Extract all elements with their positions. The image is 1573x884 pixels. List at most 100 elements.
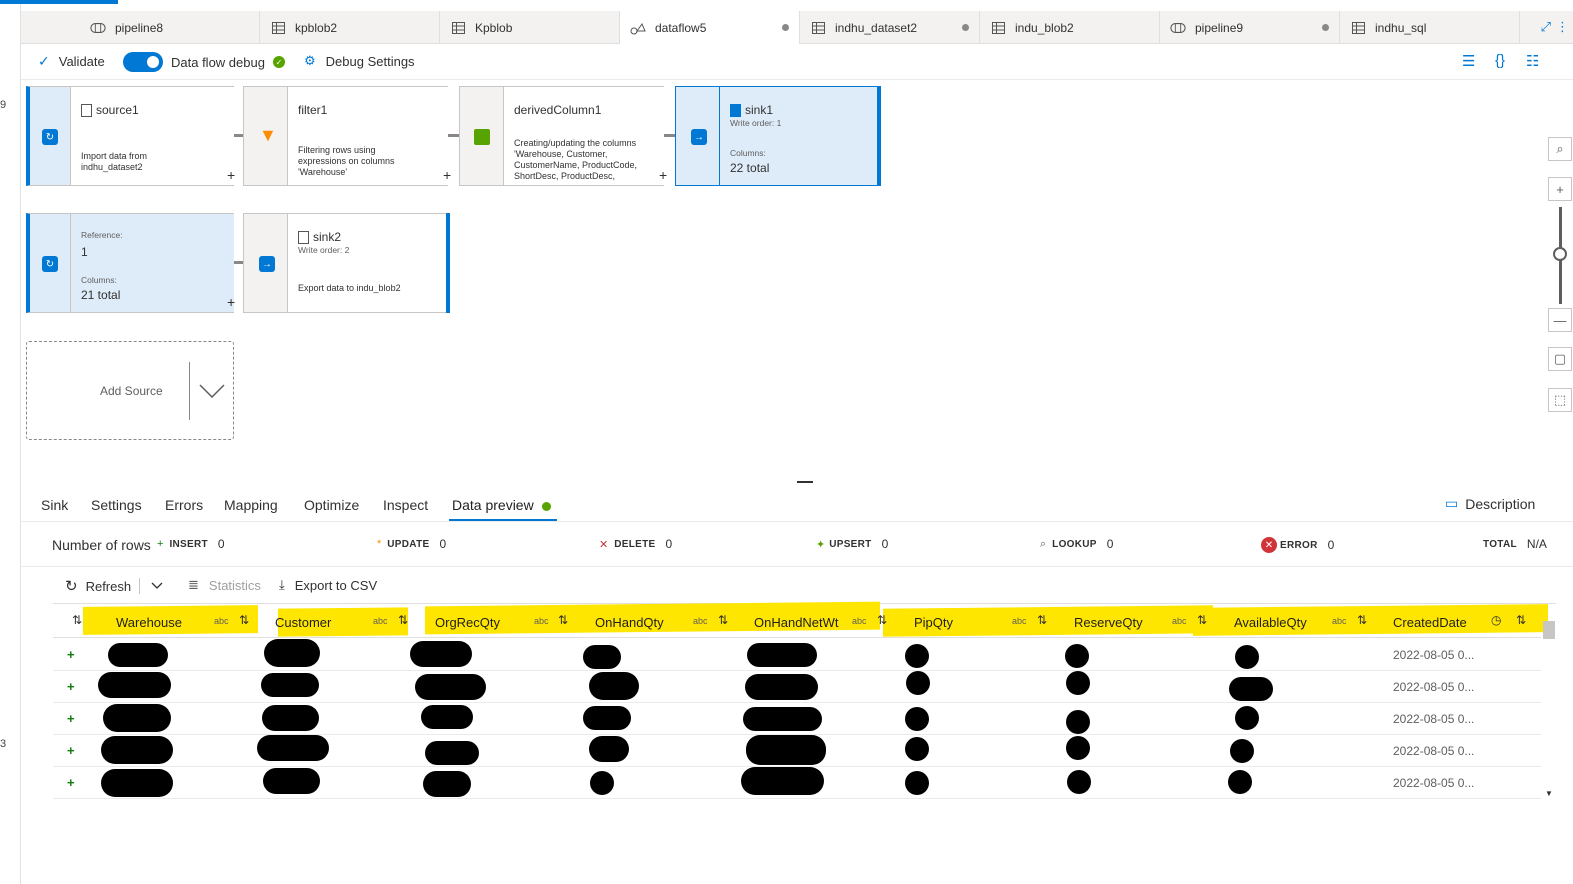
export-csv-button[interactable]: ⤓ Export to CSV — [279, 577, 377, 593]
sort-icon[interactable]: ⇅ — [72, 613, 82, 627]
derivedcolumn1-node[interactable]: derivedColumn1 Creating/updating the col… — [504, 86, 664, 186]
redacted-cell — [1229, 677, 1273, 701]
tab-inspect[interactable]: Inspect — [383, 497, 428, 513]
redacted-cell — [1066, 736, 1090, 760]
add-source-button[interactable]: Add Source — [26, 341, 234, 440]
redacted-cell — [589, 672, 639, 700]
sort-icon[interactable]: ⇅ — [1516, 613, 1526, 627]
sort-icon[interactable]: ⇅ — [718, 613, 728, 627]
sort-icon[interactable]: ⇅ — [877, 613, 887, 627]
sink2-node[interactable]: sink2 Write order: 2 Export data to indu… — [288, 213, 446, 313]
sink-icon: → — [259, 256, 275, 272]
statistics-icon: ≣ — [188, 577, 199, 592]
tab-dataflow5[interactable]: dataflow5 — [620, 11, 800, 44]
code-braces-icon[interactable]: {} — [1495, 52, 1505, 69]
tab-errors[interactable]: Errors — [165, 497, 203, 513]
pipeline-icon — [90, 22, 106, 34]
insert-stat: + INSERT 0 — [157, 537, 225, 551]
script-icon[interactable]: ☰ — [1462, 52, 1475, 70]
column-header-warehouse[interactable]: Warehouse — [116, 615, 182, 630]
add-transform-icon[interactable]: + — [443, 167, 451, 183]
tab-indu-blob2[interactable]: indu_blob2 — [980, 11, 1160, 44]
source-node-handle[interactable]: ↻ — [26, 86, 71, 186]
sink1-node[interactable]: sink1 Write order: 1 Columns: 22 total — [720, 86, 877, 186]
tab-mapping[interactable]: Mapping — [224, 497, 278, 513]
redacted-cell — [415, 674, 486, 700]
tab-label: indu_blob2 — [1015, 20, 1074, 35]
column-header-customer[interactable]: Customer — [275, 615, 331, 630]
node-title: sink1 — [730, 103, 773, 117]
panel-splitter[interactable] — [797, 481, 813, 483]
zoom-out-icon[interactable]: — — [1548, 308, 1572, 332]
sink2-node-handle[interactable]: → — [243, 213, 288, 313]
add-transform-icon[interactable]: + — [227, 167, 235, 183]
zoom-slider-thumb[interactable] — [1553, 247, 1567, 261]
derived-node-handle[interactable] — [459, 86, 504, 186]
tab-pipeline9[interactable]: pipeline9 — [1160, 11, 1340, 44]
table-row[interactable]: + 2022-08-05 0... — [53, 703, 1541, 735]
sort-icon[interactable]: ⇅ — [1197, 613, 1207, 627]
total-stat: TOTAL N/A — [1483, 537, 1547, 551]
column-header-createddate[interactable]: CreatedDate — [1393, 615, 1467, 630]
properties-icon[interactable]: ☷ — [1526, 52, 1539, 70]
select-icon[interactable]: ⬚ — [1548, 388, 1572, 412]
tab-kpblob[interactable]: Kpblob — [440, 11, 620, 44]
scrollbar-thumb[interactable] — [1543, 621, 1555, 639]
column-header-availableqty[interactable]: AvailableQty — [1234, 615, 1307, 630]
tab-indhu-dataset2[interactable]: indhu_dataset2 — [800, 11, 980, 44]
more-icon[interactable]: ⋮ — [1556, 19, 1569, 35]
validate-button[interactable]: ✓ Validate — [38, 53, 105, 70]
tab-settings[interactable]: Settings — [91, 497, 142, 513]
table-row[interactable]: + 2022-08-05 0... — [53, 767, 1541, 799]
filter-node-handle[interactable]: ▼ — [243, 86, 288, 186]
scroll-down-icon[interactable]: ▼ — [1545, 789, 1553, 798]
debug-settings-button[interactable]: ⚙ Debug Settings — [304, 53, 415, 69]
sort-icon[interactable]: ⇅ — [239, 613, 249, 627]
description-button[interactable]: ▭ Description — [1445, 495, 1535, 512]
reference-node-handle[interactable]: ↻ — [26, 213, 71, 313]
tab-sink[interactable]: Sink — [41, 497, 68, 513]
statistics-button[interactable]: ≣ Statistics — [188, 577, 261, 593]
redacted-cell — [423, 771, 471, 797]
fit-view-icon[interactable]: ▢ — [1548, 347, 1572, 371]
zoom-controls: ⌕ + — ▢ ⬚ — [1546, 135, 1573, 425]
column-header-reserveqty[interactable]: ReserveQty — [1074, 615, 1143, 630]
reference-node[interactable]: Reference: 1 Columns: 21 total — [71, 213, 234, 313]
node-description: Filtering rows using expressions on colu… — [298, 145, 395, 177]
selection-bar — [877, 86, 881, 186]
table-row[interactable]: + 2022-08-05 0... — [53, 639, 1541, 671]
sort-icon[interactable]: ⇅ — [1357, 613, 1367, 627]
tab-label: kpblob2 — [295, 20, 338, 35]
column-header-pipqty[interactable]: PipQty — [914, 615, 953, 630]
add-transform-icon[interactable]: + — [227, 294, 235, 310]
chevron-down-icon[interactable] — [151, 582, 163, 590]
debug-toggle[interactable]: Data flow debug ✓ — [123, 52, 285, 72]
table-row[interactable]: + 2022-08-05 0... — [53, 735, 1541, 767]
lookup-icon: ⌕ — [1040, 537, 1047, 550]
tab-pipeline8[interactable]: pipeline8 — [80, 11, 260, 44]
tab-data-preview[interactable]: Data preview — [452, 497, 551, 513]
refresh-button[interactable]: ↻ Refresh — [65, 577, 131, 595]
column-header-onhandnetwt[interactable]: OnHandNetWt — [754, 615, 839, 630]
sort-icon[interactable]: ⇅ — [1037, 613, 1047, 627]
filter1-node[interactable]: filter1 Filtering rows using expressions… — [288, 86, 448, 186]
vertical-scrollbar[interactable]: ▼ — [1543, 621, 1555, 801]
search-icon[interactable]: ⌕ — [1548, 137, 1572, 161]
source1-node[interactable]: source1 Import data from indhu_dataset2 — [71, 86, 234, 186]
sort-icon[interactable]: ⇅ — [398, 613, 408, 627]
redacted-cell — [1066, 710, 1090, 734]
sort-icon[interactable]: ⇅ — [558, 613, 568, 627]
expand-icon[interactable]: ⤢ — [1541, 19, 1551, 35]
sink1-node-handle[interactable]: → — [675, 86, 720, 186]
tab-indhu-sql[interactable]: indhu_sql — [1340, 11, 1520, 44]
add-transform-icon[interactable]: + — [659, 167, 667, 183]
tab-optimize[interactable]: Optimize — [304, 497, 359, 513]
chevron-down-icon[interactable] — [199, 384, 225, 398]
toggle-switch[interactable] — [123, 52, 163, 72]
column-header-onhandqty[interactable]: OnHandQty — [595, 615, 664, 630]
reference-label: Reference: — [81, 230, 123, 240]
column-header-orgrecqty[interactable]: OrgRecQty — [435, 615, 500, 630]
table-row[interactable]: + 2022-08-05 0... — [53, 671, 1541, 703]
tab-kpblob2[interactable]: kpblob2 — [260, 11, 440, 44]
zoom-in-icon[interactable]: + — [1548, 177, 1572, 201]
